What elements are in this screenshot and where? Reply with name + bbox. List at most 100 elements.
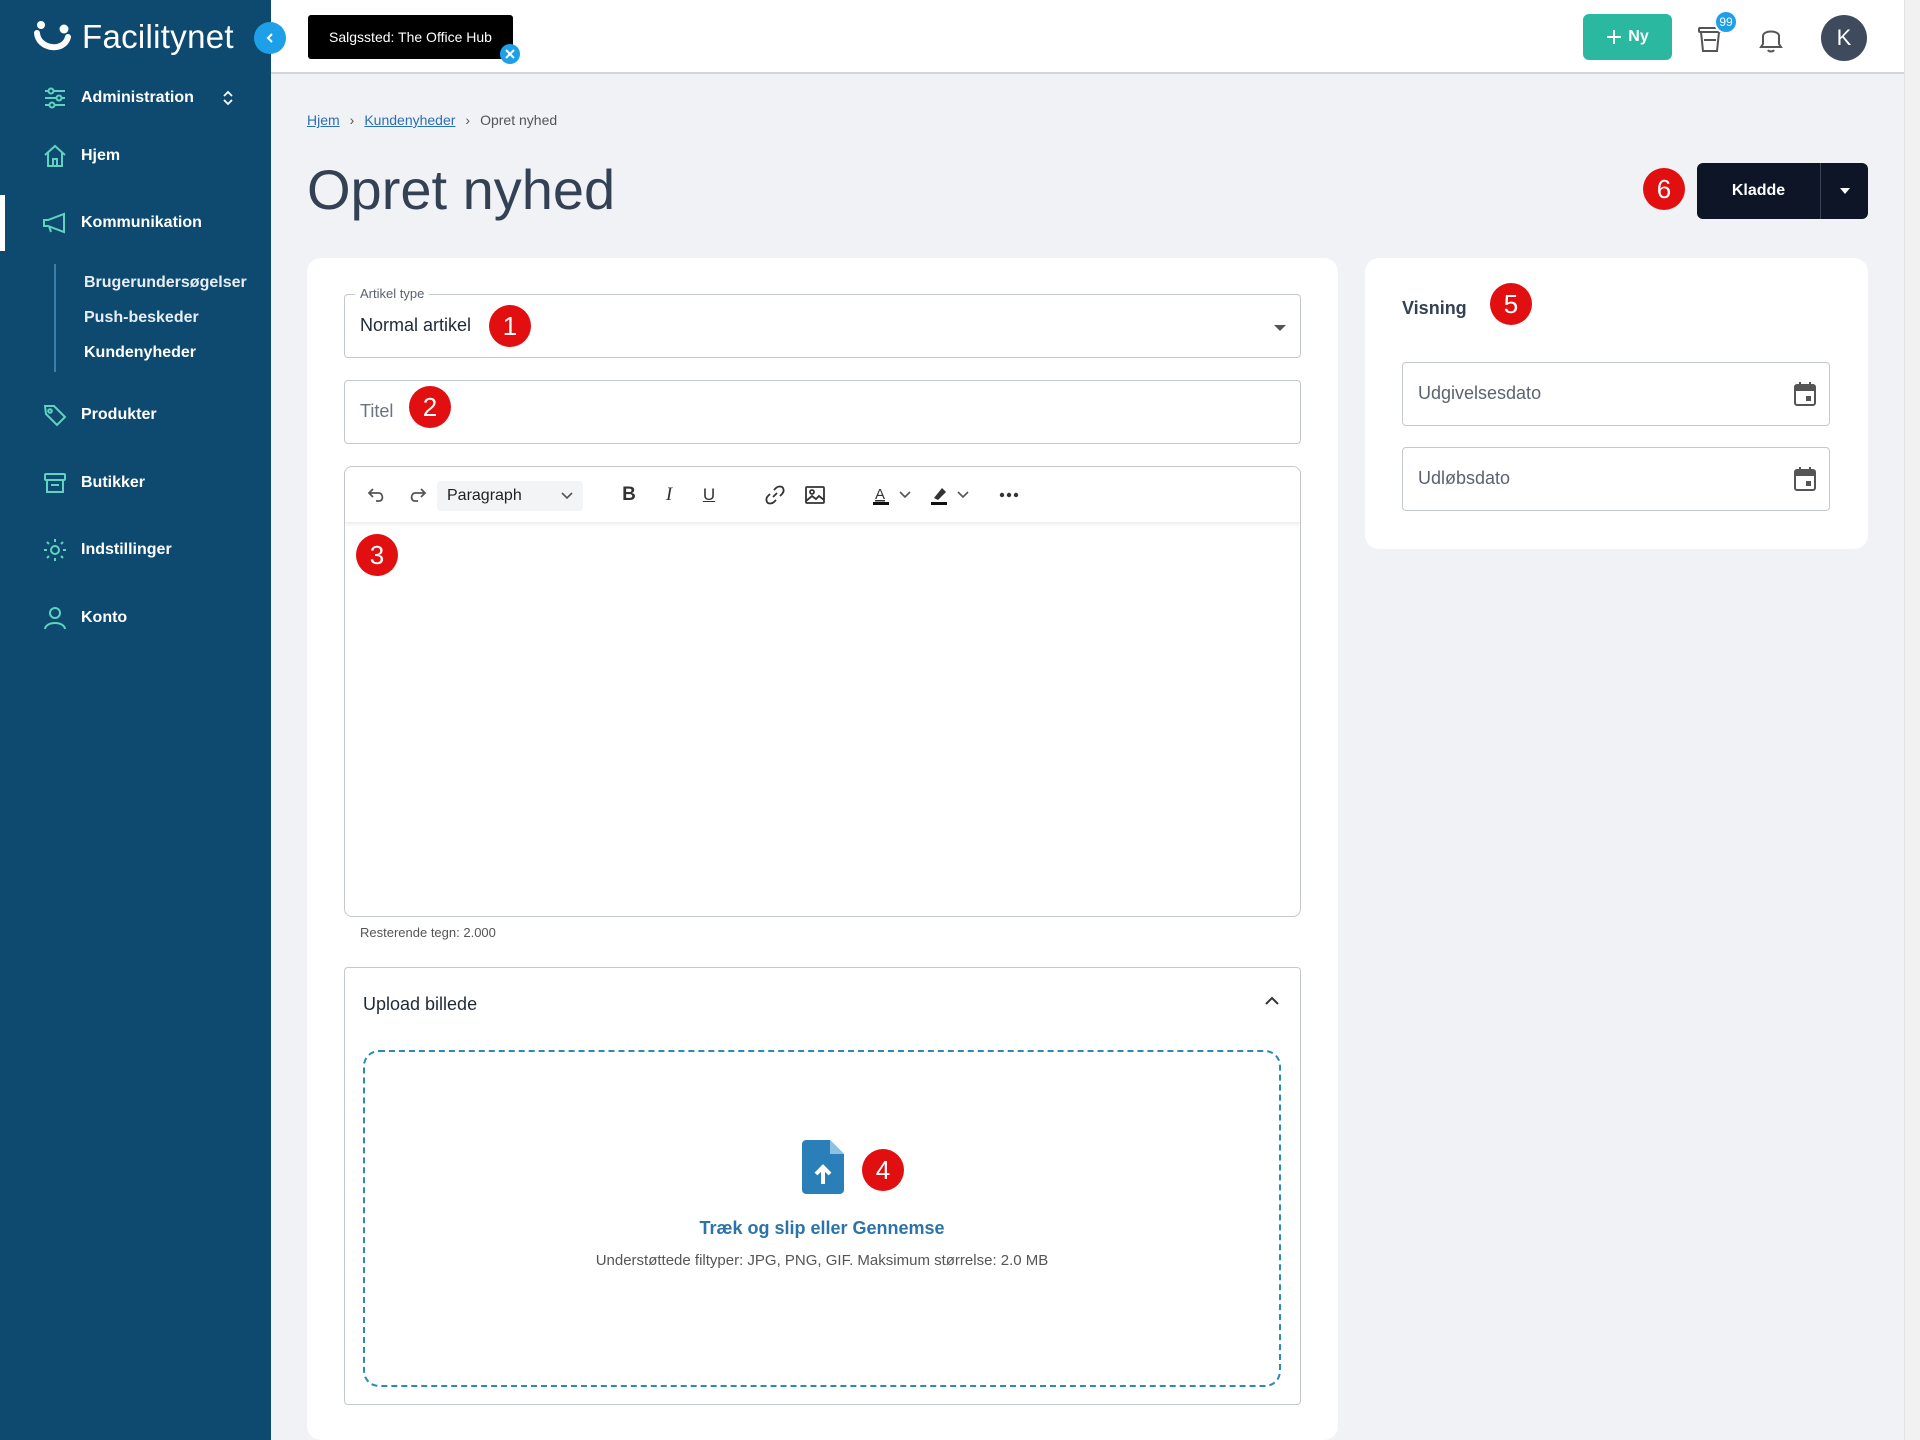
publish-date-placeholder: Udgivelsesdato xyxy=(1418,383,1542,403)
sidebar-item-konto[interactable]: Konto xyxy=(0,590,271,646)
remaining-characters: Resterende tegn: 2.000 xyxy=(360,925,496,940)
chevron-updown-icon xyxy=(223,90,233,106)
sidebar-item-label: Konto xyxy=(81,609,128,626)
chevron-down-icon xyxy=(561,492,573,500)
article-type-value: Normal artikel xyxy=(360,315,472,335)
expiry-date-input[interactable]: Udløbsdato xyxy=(1402,447,1830,511)
user-icon xyxy=(44,607,66,630)
sidebar-item-label: Kommunikation xyxy=(81,214,202,231)
link-icon xyxy=(765,485,785,505)
breadcrumb: Hjem › Kundenyheder › Opret nyhed xyxy=(307,112,557,128)
store-icon xyxy=(44,473,66,493)
redo-icon xyxy=(410,488,427,502)
chevron-up-icon[interactable] xyxy=(1264,996,1280,1006)
sidebar-item-hjem[interactable]: Hjem xyxy=(0,128,271,184)
close-icon xyxy=(505,49,515,59)
new-button-label: Ny xyxy=(1628,28,1649,45)
sidebar-collapse-button[interactable] xyxy=(254,22,286,54)
plus-icon xyxy=(1607,30,1622,44)
store-chip-label: Salgssted: The Office Hub xyxy=(329,29,492,45)
annotation-marker-2: 2 xyxy=(409,386,451,428)
draft-menu-toggle[interactable] xyxy=(1821,163,1868,219)
dropdown-caret-icon xyxy=(1274,325,1286,331)
publish-date-input[interactable]: Udgivelsesdato xyxy=(1402,362,1830,426)
sidebar-item-produkter[interactable]: Produkter xyxy=(0,387,271,443)
sidebar-item-label: Hjem xyxy=(81,147,121,164)
calendar-icon[interactable] xyxy=(1793,466,1817,492)
redo-button[interactable] xyxy=(405,483,429,507)
breadcrumb-section-link[interactable]: Kundenyheder xyxy=(364,112,455,128)
highlighter-icon xyxy=(931,488,947,505)
upload-image-panel: Upload billede Træk og slip eller Gennem… xyxy=(344,967,1301,1405)
text-color-button[interactable]: A xyxy=(869,483,893,507)
facilitynet-logo[interactable]: Facilitynet xyxy=(34,18,234,56)
text-color-icon: A xyxy=(873,486,889,505)
tag-icon xyxy=(43,405,67,427)
breadcrumb-separator-icon: › xyxy=(349,112,355,128)
logo-icon xyxy=(34,21,71,50)
bold-icon: B xyxy=(622,484,636,505)
upload-image-title: Upload billede xyxy=(363,994,478,1014)
svg-text:A: A xyxy=(875,486,885,503)
subnav-item-kundenyheder[interactable]: Kundenyheder xyxy=(84,344,196,362)
more-options-button[interactable] xyxy=(997,483,1021,507)
store-chip[interactable]: Salgssted: The Office Hub xyxy=(308,15,513,59)
article-type-label: Artikel type xyxy=(355,286,430,301)
rich-text-editor[interactable]: Paragraph B I U A xyxy=(344,466,1301,917)
sidebar-item-butikker[interactable]: Butikker xyxy=(0,455,271,511)
sidebar-item-kommunikation[interactable]: Kommunikation xyxy=(0,195,271,251)
undo-button[interactable] xyxy=(365,483,389,507)
scrollbar[interactable] xyxy=(1904,0,1920,1440)
chevron-down-icon[interactable] xyxy=(957,491,969,499)
annotation-marker-6: 6 xyxy=(1643,168,1685,210)
article-type-select[interactable]: Artikel type Normal artikel xyxy=(344,286,1301,358)
breadcrumb-home-link[interactable]: Hjem xyxy=(307,112,340,128)
block-format-value: Paragraph xyxy=(447,487,522,504)
sidebar: Facilitynet Administration Hjem Kommunik… xyxy=(0,0,271,1440)
subnav-item-push-beskeder[interactable]: Push-beskeder xyxy=(84,309,199,327)
block-format-select[interactable]: Paragraph xyxy=(437,481,583,511)
visibility-title: Visning xyxy=(1402,298,1467,318)
chevron-down-icon[interactable] xyxy=(899,491,911,499)
sidebar-item-indstillinger[interactable]: Indstillinger xyxy=(0,522,271,578)
image-dropzone[interactable]: Træk og slip eller Gennemse Understøtted… xyxy=(363,1050,1281,1387)
editor-toolbar: Paragraph B I U A xyxy=(345,467,1300,523)
file-upload-icon xyxy=(802,1140,844,1194)
highlight-color-button[interactable] xyxy=(927,483,951,507)
title-placeholder: Titel xyxy=(360,401,394,421)
breadcrumb-current: Opret nyhed xyxy=(480,112,558,128)
undo-icon xyxy=(367,488,384,502)
new-button[interactable]: Ny xyxy=(1583,14,1672,60)
more-horizontal-icon xyxy=(999,492,1019,498)
annotation-marker-5: 5 xyxy=(1490,283,1532,325)
italic-button[interactable]: I xyxy=(657,483,681,507)
upload-cta[interactable]: Træk og slip eller Gennemse xyxy=(365,1218,1279,1239)
title-input[interactable]: Titel xyxy=(344,380,1301,444)
annotation-marker-1: 1 xyxy=(489,305,531,347)
sliders-icon xyxy=(45,87,65,109)
draft-split-button: Kladde xyxy=(1697,163,1868,219)
cart-count-badge: 99 xyxy=(1714,10,1738,34)
sidebar-item-label: Indstillinger xyxy=(81,541,172,558)
home-icon xyxy=(44,144,66,167)
insert-image-button[interactable] xyxy=(803,483,827,507)
image-icon xyxy=(805,486,825,504)
bold-button[interactable]: B xyxy=(617,483,641,507)
sidebar-item-administration[interactable]: Administration xyxy=(0,70,271,126)
subnav-item-brugerundersogelser[interactable]: Brugerundersøgelser xyxy=(84,274,247,292)
sidebar-item-label: Administration xyxy=(81,89,194,106)
upload-hint: Understøttede filtyper: JPG, PNG, GIF. M… xyxy=(595,1252,1049,1269)
calendar-icon[interactable] xyxy=(1793,381,1817,407)
breadcrumb-separator-icon: › xyxy=(465,112,471,128)
insert-link-button[interactable] xyxy=(763,483,787,507)
gear-icon xyxy=(44,539,66,561)
page-title: Opret nyhed xyxy=(307,158,616,221)
italic-icon: I xyxy=(665,484,673,505)
store-chip-remove-button[interactable] xyxy=(500,44,520,64)
underline-button[interactable]: U xyxy=(697,483,721,507)
topbar: Salgssted: The Office Hub Ny 99 K xyxy=(271,0,1904,74)
avatar[interactable]: K xyxy=(1821,15,1867,61)
expiry-date-placeholder: Udløbsdato xyxy=(1418,468,1511,488)
draft-button[interactable]: Kladde xyxy=(1697,163,1821,219)
bell-icon[interactable] xyxy=(1757,22,1785,54)
